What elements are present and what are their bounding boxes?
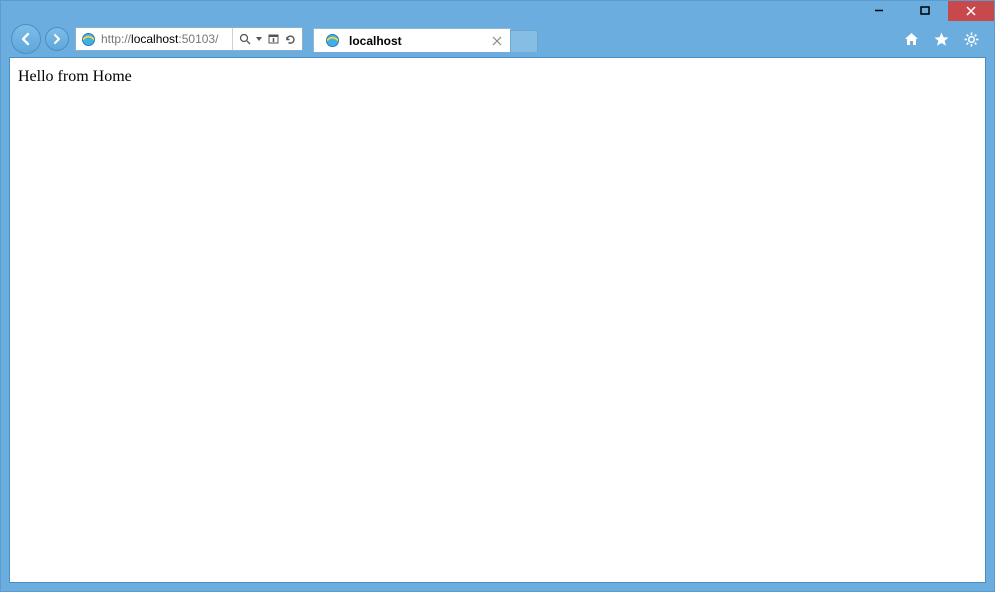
browser-window: http://localhost:50103/ xyxy=(0,0,995,592)
tab-title: localhost xyxy=(349,34,485,48)
page-content: Hello from Home xyxy=(9,57,986,583)
window-controls xyxy=(856,1,994,21)
content-wrap: Hello from Home xyxy=(1,57,994,591)
toolbar: http://localhost:50103/ xyxy=(1,25,994,57)
toolbar-right-icons xyxy=(902,30,988,48)
titlebar[interactable] xyxy=(1,1,994,25)
tab-active[interactable]: localhost xyxy=(313,28,511,52)
forward-button[interactable] xyxy=(45,27,69,51)
close-button[interactable] xyxy=(948,1,994,21)
address-bar[interactable]: http://localhost:50103/ xyxy=(75,27,303,51)
back-button[interactable] xyxy=(11,24,41,54)
compat-view-icon[interactable] xyxy=(265,31,281,47)
search-icon[interactable] xyxy=(237,31,253,47)
dropdown-icon[interactable] xyxy=(254,31,264,47)
url-text[interactable]: http://localhost:50103/ xyxy=(100,32,232,46)
minimize-button[interactable] xyxy=(856,1,902,21)
ie-logo-icon xyxy=(323,32,341,50)
home-icon[interactable] xyxy=(902,30,920,48)
tabstrip: localhost xyxy=(313,26,898,52)
favorites-icon[interactable] xyxy=(932,30,950,48)
tab-close-icon[interactable] xyxy=(490,34,504,48)
address-bar-actions xyxy=(232,28,302,50)
maximize-button[interactable] xyxy=(902,1,948,21)
new-tab-button[interactable] xyxy=(510,30,538,52)
refresh-icon[interactable] xyxy=(282,31,298,47)
tools-icon[interactable] xyxy=(962,30,980,48)
page-text: Hello from Home xyxy=(18,68,132,85)
ie-logo-icon xyxy=(79,30,97,48)
